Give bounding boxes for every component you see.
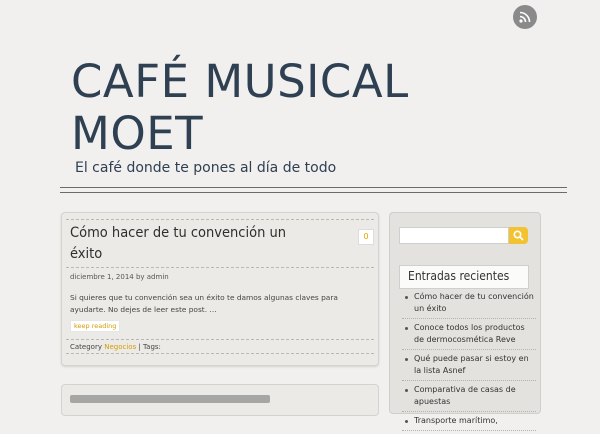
post-categories: Category Negocios | Tags: [70,343,161,351]
recent-post-item[interactable]: Conoce todos los productos de dermocosmé… [402,322,536,350]
recent-post-item[interactable]: Transporte marítimo, [402,415,536,431]
post-card-2 [61,384,379,416]
post-divider-top [66,219,374,220]
recent-post-item[interactable]: Qué puede pasar si estoy en la lista Asn… [402,353,536,381]
category-link[interactable]: Negocios [104,343,136,351]
recent-post-item[interactable]: Comparativa de casas de apuestas [402,384,536,412]
post-title-2[interactable] [70,395,270,403]
recent-post-item[interactable]: Cómo hacer de tu convención un éxito [402,291,536,319]
search-input[interactable] [399,227,509,244]
post-title[interactable]: Cómo hacer de tu convención un éxito [70,223,300,265]
category-label: Category [70,343,102,351]
search-icon [513,230,524,241]
site-tagline: El café donde te pones al día de todo [75,160,337,176]
keep-reading-link[interactable]: keep reading [70,320,121,332]
widget-title: Entradas recientes [408,269,510,283]
post-card: Cómo hacer de tu convención un éxito 0 d… [61,212,379,366]
post-excerpt: Si quieres que tu convención sea un éxit… [70,293,338,314]
header-divider-2 [60,192,567,193]
rss-icon [519,11,531,23]
tags-label: | Tags: [138,343,161,351]
recent-posts-list: Cómo hacer de tu convención un éxito Con… [402,291,536,434]
header-divider [60,187,567,188]
comment-count-badge[interactable]: 0 [358,229,374,245]
search-button[interactable] [509,227,528,244]
post-divider-bottom [66,353,374,354]
post-meta: diciembre 1, 2014 by admin [70,273,169,281]
post-divider-footer [66,339,374,340]
post-divider-meta [66,267,374,268]
site-title[interactable]: CAFÉ MUSICAL MOET [71,56,491,160]
widget-title-box: Entradas recientes [399,265,529,289]
rss-button[interactable] [513,5,537,29]
sidebar: Entradas recientes Cómo hacer de tu conv… [389,212,541,431]
